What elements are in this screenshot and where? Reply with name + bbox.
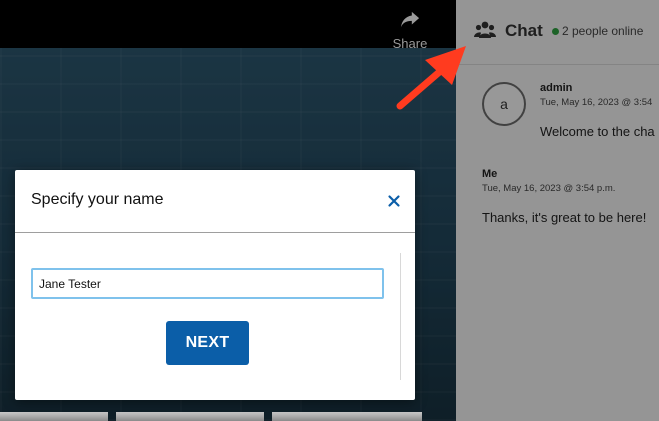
next-button[interactable]: NEXT: [166, 321, 249, 365]
share-button[interactable]: Share: [388, 10, 432, 51]
message-author: admin: [540, 82, 573, 94]
name-dialog: Specify your name NEXT: [15, 170, 415, 400]
online-count: 2 people online: [562, 24, 644, 38]
name-input[interactable]: [31, 268, 384, 299]
avatar: a: [482, 82, 526, 126]
participant-thumbnail[interactable]: [272, 412, 422, 421]
close-icon[interactable]: [386, 193, 402, 209]
share-label: Share: [392, 36, 428, 51]
message-author: Me: [482, 168, 498, 180]
participant-thumbnail[interactable]: [116, 412, 264, 421]
dialog-title: Specify your name: [31, 191, 164, 208]
message-timestamp: Tue, May 16, 2023 @ 3:54 p.m.: [482, 183, 616, 194]
chat-header: Chat 2 people online: [456, 0, 659, 65]
people-group-icon: [474, 21, 496, 38]
share-arrow-icon: [400, 11, 420, 28]
dialog-scrollbar[interactable]: [400, 253, 401, 380]
dialog-header: Specify your name: [15, 170, 415, 233]
message-text: Welcome to the cha: [540, 124, 655, 139]
thumbnail-strip: [0, 412, 456, 421]
online-status-dot: [552, 28, 559, 35]
participant-thumbnail[interactable]: [0, 412, 108, 421]
chat-panel: Chat 2 people online a admin Tue, May 16…: [456, 0, 659, 421]
message-text: Thanks, it's great to be here!: [482, 210, 647, 225]
chat-title: Chat: [505, 21, 543, 40]
message-timestamp: Tue, May 16, 2023 @ 3:54: [540, 97, 653, 108]
